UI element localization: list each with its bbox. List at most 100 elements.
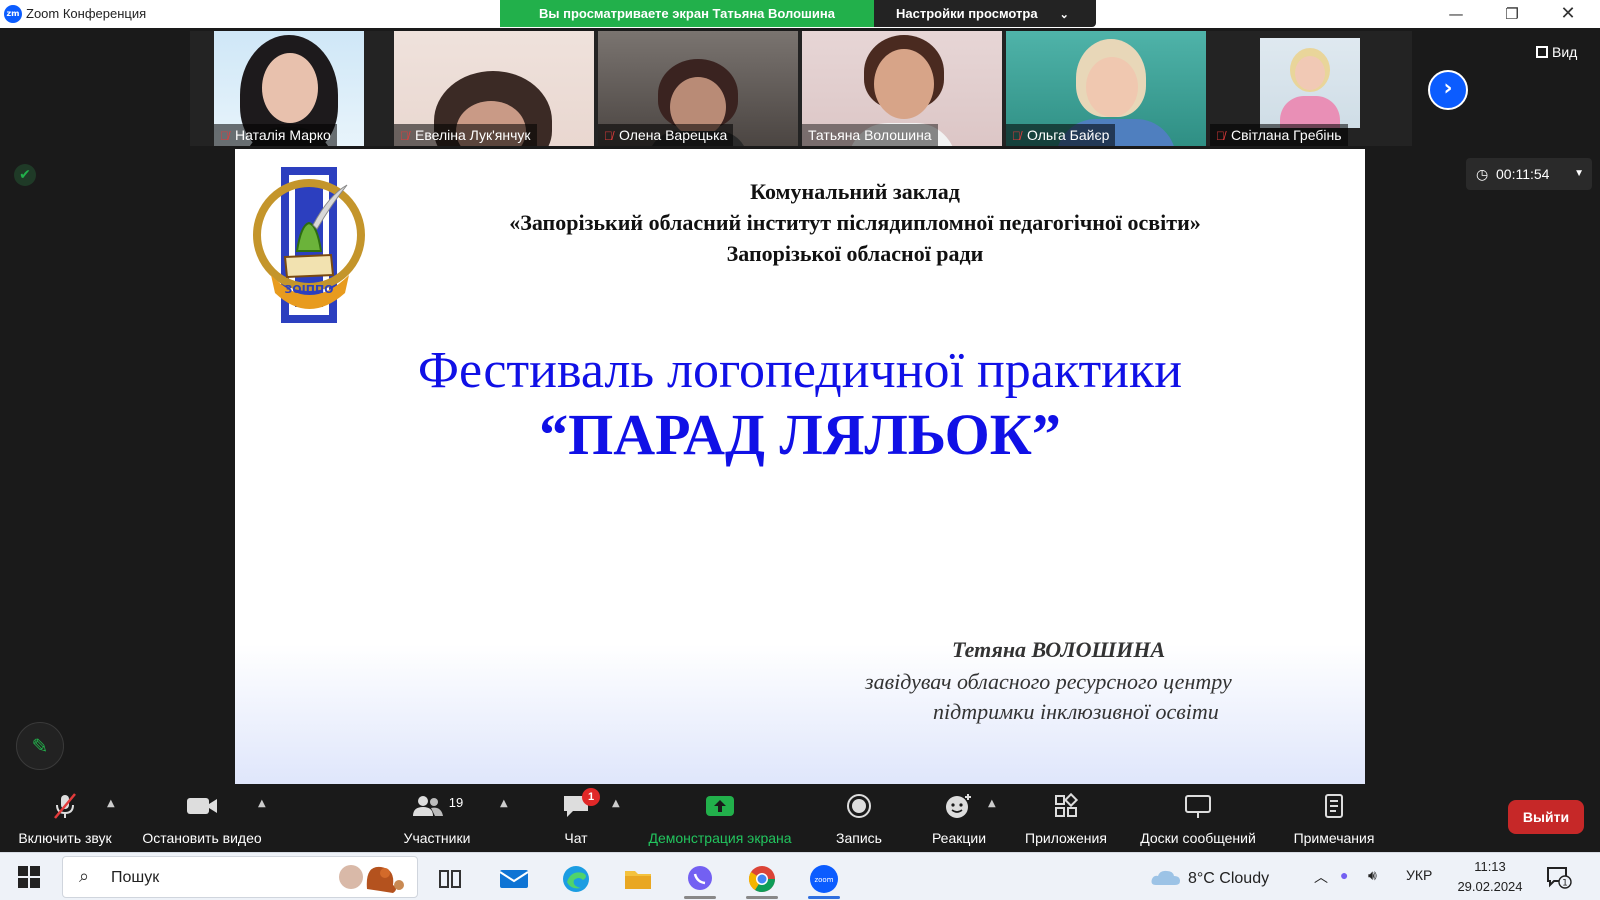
slide-header-line: Запорізької обласної ради bbox=[726, 241, 984, 266]
participant-tile[interactable]: 🎙̸ Евеліна Лук'янчук bbox=[394, 31, 594, 146]
author-role-line-2: підтримки інклюзивної освіти bbox=[933, 699, 1219, 724]
whiteboards-button[interactable]: Доски сообщений bbox=[1130, 784, 1266, 852]
share-screen-button[interactable]: Демонстрация экрана bbox=[640, 784, 800, 852]
windows-start-icon[interactable] bbox=[18, 866, 40, 888]
svg-text:zoom: zoom bbox=[814, 876, 833, 884]
mic-muted-icon bbox=[54, 793, 76, 819]
meeting-toolbar: Включить звук ▲ Остановить видео ▲ 19 Уч… bbox=[0, 784, 1600, 852]
participant-tile[interactable]: 🎙̸ Олена Варецька bbox=[598, 31, 798, 146]
author-name: Тетяна ВОЛОШИНА bbox=[952, 637, 1166, 662]
notes-icon bbox=[1325, 794, 1343, 818]
participant-name-tag: 🎙̸ Ольга Байєр bbox=[1006, 124, 1116, 146]
minimize-button[interactable]: — bbox=[1428, 0, 1484, 28]
participant-name-tag: 🎙̸ Світлана Гребінь bbox=[1210, 124, 1348, 146]
zoom-app-icon[interactable]: zoom bbox=[798, 859, 850, 899]
slide-header-line: «Запорізький обласний інститут післядипл… bbox=[509, 210, 1201, 235]
whiteboard-icon bbox=[1185, 795, 1211, 818]
chrome-browser-icon[interactable] bbox=[736, 859, 788, 899]
participant-tile[interactable]: 🎙̸ Світлана Гребінь bbox=[1210, 31, 1410, 146]
participant-tile[interactable]: 🎙̸ Ольга Байєр bbox=[1006, 31, 1206, 146]
meeting-timer[interactable]: ◷ 00:11:54 ▼ bbox=[1466, 158, 1592, 190]
participant-photo bbox=[1260, 38, 1360, 128]
video-options-caret[interactable]: ▲ bbox=[258, 798, 266, 809]
mic-muted-icon: 🎙̸ bbox=[1216, 129, 1225, 143]
participant-tile[interactable]: 🎙̸ Наталія Марко bbox=[214, 31, 364, 146]
svg-text:1: 1 bbox=[1562, 879, 1568, 889]
participant-face bbox=[262, 53, 318, 123]
mic-muted-icon: 🎙̸ bbox=[604, 129, 613, 143]
unmute-button[interactable]: Включить звук bbox=[8, 784, 122, 852]
search-highlight-squirrel-icon bbox=[339, 865, 404, 893]
notes-button[interactable]: Примечания bbox=[1284, 784, 1384, 852]
participants-options-caret[interactable]: ▲ bbox=[500, 798, 508, 809]
apps-button[interactable]: Приложения bbox=[1016, 784, 1116, 852]
chevron-down-icon: ▼ bbox=[1574, 168, 1584, 179]
participant-name-tag: 🎙̸ Олена Варецька bbox=[598, 124, 734, 146]
reactions-smile-icon bbox=[946, 794, 971, 818]
chat-unread-badge: 1 bbox=[582, 788, 600, 806]
search-icon: ⌕ bbox=[79, 866, 90, 887]
share-banner: Вы просматриваете экран Татьяна Волошина… bbox=[500, 0, 1096, 27]
participants-button[interactable]: 19 Участники bbox=[392, 784, 482, 852]
window-title: Zoom Конференция bbox=[26, 6, 147, 21]
view-settings-label: Настройки просмотра bbox=[896, 6, 1038, 21]
leave-meeting-button[interactable]: Выйти bbox=[1508, 800, 1584, 834]
mic-muted-icon: 🎙̸ bbox=[400, 129, 409, 143]
record-icon bbox=[847, 794, 871, 818]
annotate-pencil-button[interactable]: ✎ bbox=[16, 722, 64, 770]
taskbar-clock[interactable]: 11:13 29.02.2024 bbox=[1450, 857, 1530, 897]
reactions-options-caret[interactable]: ▲ bbox=[988, 798, 996, 809]
viber-app-icon[interactable] bbox=[674, 859, 726, 899]
file-explorer-icon[interactable] bbox=[612, 859, 664, 899]
title-bar: zm Zoom Конференция Вы просматриваете эк… bbox=[0, 0, 1600, 28]
chat-options-caret[interactable]: ▲ bbox=[612, 798, 620, 809]
speaker-volume-icon[interactable]: 🔊︎ bbox=[1368, 867, 1377, 884]
edge-browser-icon[interactable] bbox=[550, 859, 602, 899]
mail-app-icon[interactable] bbox=[488, 859, 540, 899]
audio-options-caret[interactable]: ▲ bbox=[107, 798, 115, 809]
participant-name-tag: Татьяна Волошина bbox=[802, 124, 938, 146]
clock-icon: ◷ bbox=[1476, 166, 1489, 182]
notification-center-icon[interactable]: 1 bbox=[1546, 865, 1572, 889]
windows-taskbar: ⌕ Пошук zoom 8°C Cloudy ︿ ● 🔊︎ УКР 11:13… bbox=[0, 852, 1600, 900]
share-screen-icon bbox=[706, 796, 734, 816]
institute-logo: ЗОІППО bbox=[253, 167, 365, 323]
cloudy-weather-icon bbox=[1151, 870, 1180, 885]
festival-subtitle: “ПАРАД ЛЯЛЬОК” bbox=[539, 402, 1061, 467]
participants-count: 19 bbox=[448, 794, 464, 810]
zoom-logo-icon: zm bbox=[4, 5, 22, 23]
reactions-button[interactable]: Реакции bbox=[922, 784, 996, 852]
security-shield-icon[interactable]: ✔ bbox=[14, 164, 36, 186]
next-page-button[interactable]: › bbox=[1428, 70, 1468, 110]
grid-icon bbox=[1536, 46, 1548, 58]
mic-muted-icon: 🎙̸ bbox=[220, 129, 229, 143]
participant-face bbox=[874, 49, 934, 119]
chat-button[interactable]: 1 Чат bbox=[546, 784, 606, 852]
view-button[interactable]: Вид bbox=[1536, 44, 1577, 60]
viewing-screen-text: Вы просматриваете экран Татьяна Волошина bbox=[500, 0, 874, 27]
video-camera-icon bbox=[187, 798, 217, 814]
participant-name-tag: 🎙̸ Евеліна Лук'янчук bbox=[394, 124, 537, 146]
show-hidden-icons-chevron[interactable]: ︿ bbox=[1314, 867, 1328, 887]
zoom-window: zm Zoom Конференция Вы просматриваете эк… bbox=[0, 0, 1600, 900]
chevron-down-icon: ⌄ bbox=[1059, 9, 1069, 21]
participants-icon bbox=[412, 796, 443, 816]
input-language-indicator[interactable]: УКР bbox=[1406, 867, 1432, 883]
shared-screen-slide: ЗОІППО Комунальний заклад «Запорізький о… bbox=[235, 149, 1365, 784]
taskbar-search-box[interactable]: ⌕ Пошук bbox=[62, 856, 418, 898]
svg-text:ЗОІППО: ЗОІППО bbox=[284, 283, 333, 296]
participant-tile-active[interactable]: Татьяна Волошина bbox=[802, 31, 1002, 146]
author-role-line-1: завідувач обласного ресурсного центру bbox=[865, 669, 1232, 694]
view-settings-button[interactable]: Настройки просмотра ⌄ bbox=[874, 0, 1096, 27]
stop-video-button[interactable]: Остановить видео bbox=[134, 784, 270, 852]
participant-face bbox=[1086, 57, 1138, 117]
task-view-icon[interactable] bbox=[424, 859, 476, 899]
weather-widget[interactable]: 8°C Cloudy bbox=[1150, 867, 1269, 888]
close-button[interactable]: ✕ bbox=[1540, 0, 1596, 28]
viber-tray-icon[interactable]: ● bbox=[1340, 867, 1348, 883]
restore-button[interactable]: ❐ bbox=[1484, 0, 1540, 28]
record-button[interactable]: Запись bbox=[824, 784, 894, 852]
apps-icon bbox=[1055, 792, 1079, 817]
participant-name-tag: 🎙̸ Наталія Марко bbox=[214, 124, 337, 146]
slide-header-line: Комунальний заклад bbox=[750, 179, 960, 204]
